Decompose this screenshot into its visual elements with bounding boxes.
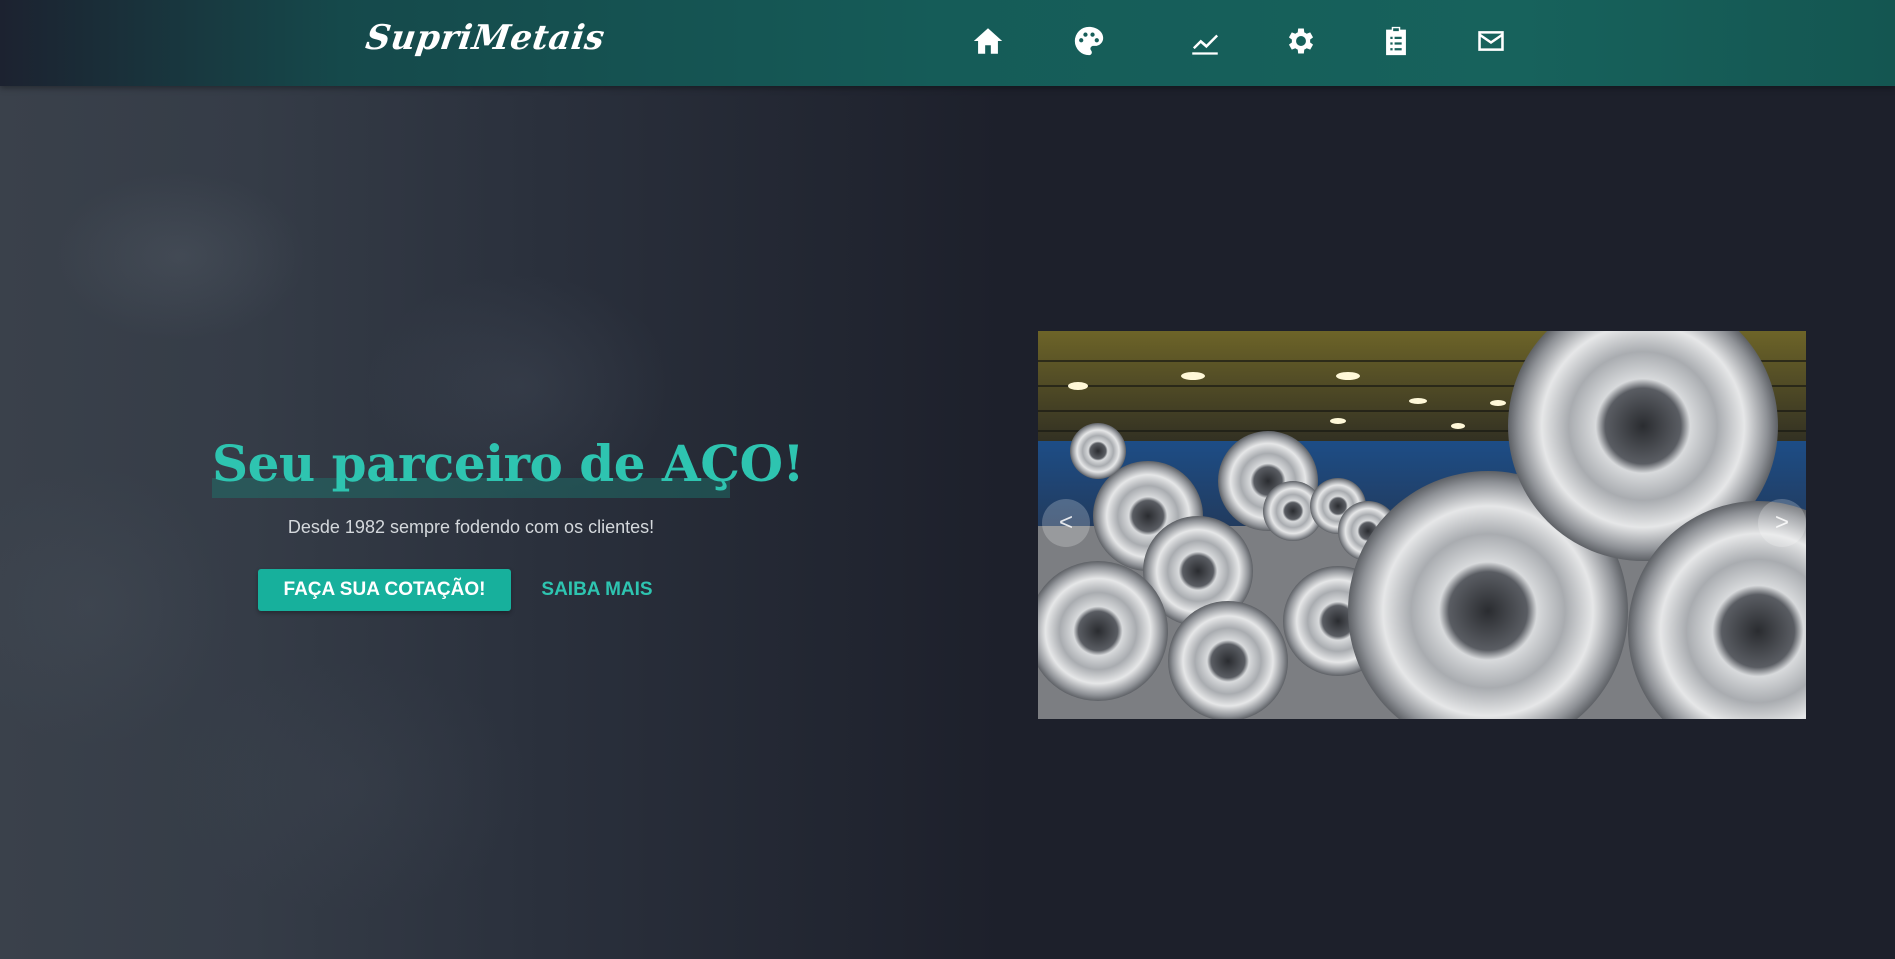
clipboard-list-icon [1386, 26, 1406, 56]
steel-coils-photo [1038, 331, 1806, 719]
nav-catalog-button[interactable] [1378, 23, 1414, 59]
quote-button[interactable]: FAÇA SUA COTAÇÃO! [258, 569, 511, 611]
learn-more-button[interactable]: SAIBA MAIS [530, 569, 664, 611]
home-icon [973, 28, 1003, 54]
carousel-prev-button[interactable]: < [1042, 499, 1090, 547]
nav-contact-button[interactable] [1473, 23, 1509, 59]
chart-line-icon [1192, 34, 1219, 55]
hero-subtitle: Desde 1982 sempre fodendo com os cliente… [287, 517, 655, 537]
nav-settings-button[interactable] [1283, 23, 1319, 59]
hero-headline: Seu parceiro de AÇO! [212, 434, 805, 493]
nav-home-button[interactable] [970, 23, 1006, 59]
palette-icon [1074, 26, 1104, 56]
carousel-next-button[interactable]: > [1758, 499, 1806, 547]
image-carousel[interactable]: < > [1038, 331, 1806, 719]
nav-stats-button[interactable] [1187, 23, 1223, 59]
nav-about-button[interactable] [1071, 23, 1107, 59]
gear-icon [1288, 28, 1314, 54]
brand-logo[interactable]: SupriMetais [363, 18, 607, 58]
mail-icon [1478, 31, 1504, 51]
top-navbar: SupriMetais [0, 0, 1895, 86]
